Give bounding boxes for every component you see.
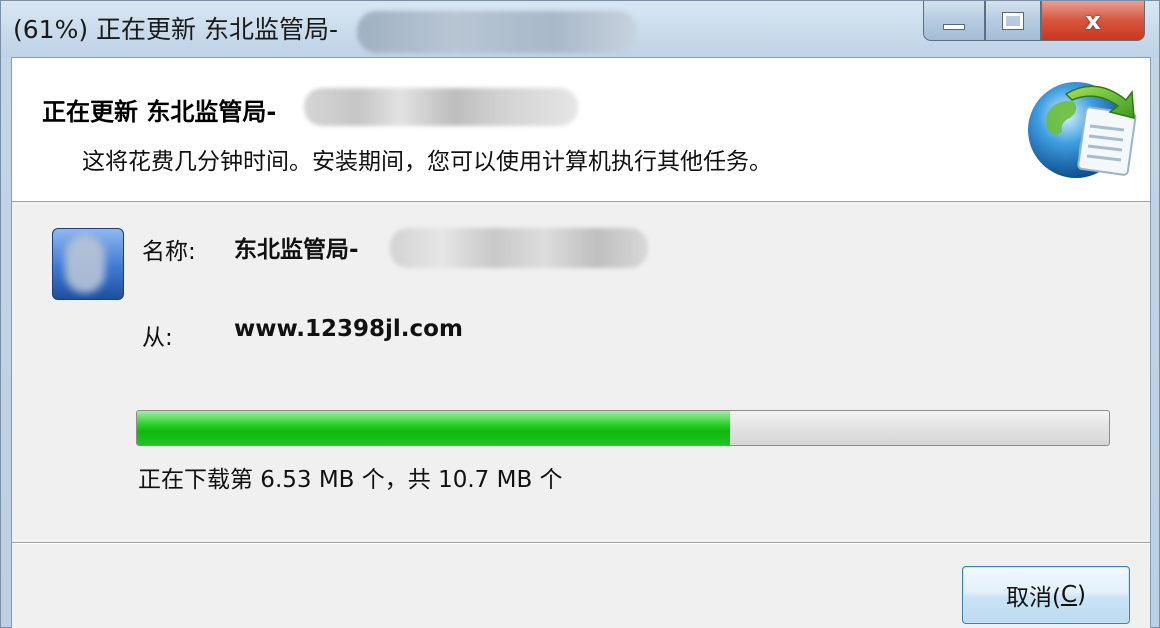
window-title: (61%) 正在更新 东北监管局-	[13, 15, 338, 44]
cancel-label-suffix: )	[1077, 582, 1087, 608]
dialog-client-area: 正在更新 东北监管局- 这将花费几分钟时间。安装期间，您可以使用计算机执行其他任…	[11, 57, 1151, 628]
from-url: www.12398jl.com	[234, 316, 463, 342]
maximize-button[interactable]	[985, 1, 1041, 41]
maximize-icon	[1002, 11, 1024, 30]
minimize-button[interactable]	[923, 1, 985, 41]
download-status: 正在下载第 6.53 MB 个，共 10.7 MB 个	[138, 467, 563, 493]
redacted-title-text	[357, 11, 637, 53]
cancel-accelerator-key: C	[1060, 582, 1078, 608]
close-icon: x	[1085, 6, 1101, 35]
redacted-name-text	[390, 228, 648, 268]
globe-update-icon	[1028, 82, 1137, 178]
header-panel: 正在更新 东北监管局- 这将花费几分钟时间。安装期间，您可以使用计算机执行其他任…	[12, 58, 1150, 202]
header-description: 这将花费几分钟时间。安装期间，您可以使用计算机执行其他任务。	[82, 149, 772, 175]
close-button[interactable]: x	[1041, 1, 1145, 41]
minimize-icon	[943, 23, 965, 30]
footer-divider-highlight	[12, 543, 1150, 544]
progress-fill	[137, 411, 730, 445]
from-label: 从:	[142, 325, 173, 351]
redacted-icon	[65, 235, 105, 293]
name-value: 东北监管局-	[234, 237, 359, 263]
name-label: 名称:	[142, 239, 196, 265]
application-window: (61%) 正在更新 东北监管局- x 正在更新 东北监管局- 这将花费几分钟时…	[0, 0, 1160, 628]
application-icon	[52, 228, 124, 300]
cancel-label-prefix: 取消(	[1005, 585, 1061, 611]
window-controls: x	[923, 1, 1145, 41]
redacted-header-text	[304, 88, 578, 126]
cancel-button[interactable]: 取消(C)	[962, 566, 1130, 624]
download-progress-bar	[136, 410, 1110, 446]
title-bar[interactable]: (61%) 正在更新 东北监管局- x	[1, 1, 1159, 57]
header-title: 正在更新 东北监管局-	[42, 98, 277, 126]
